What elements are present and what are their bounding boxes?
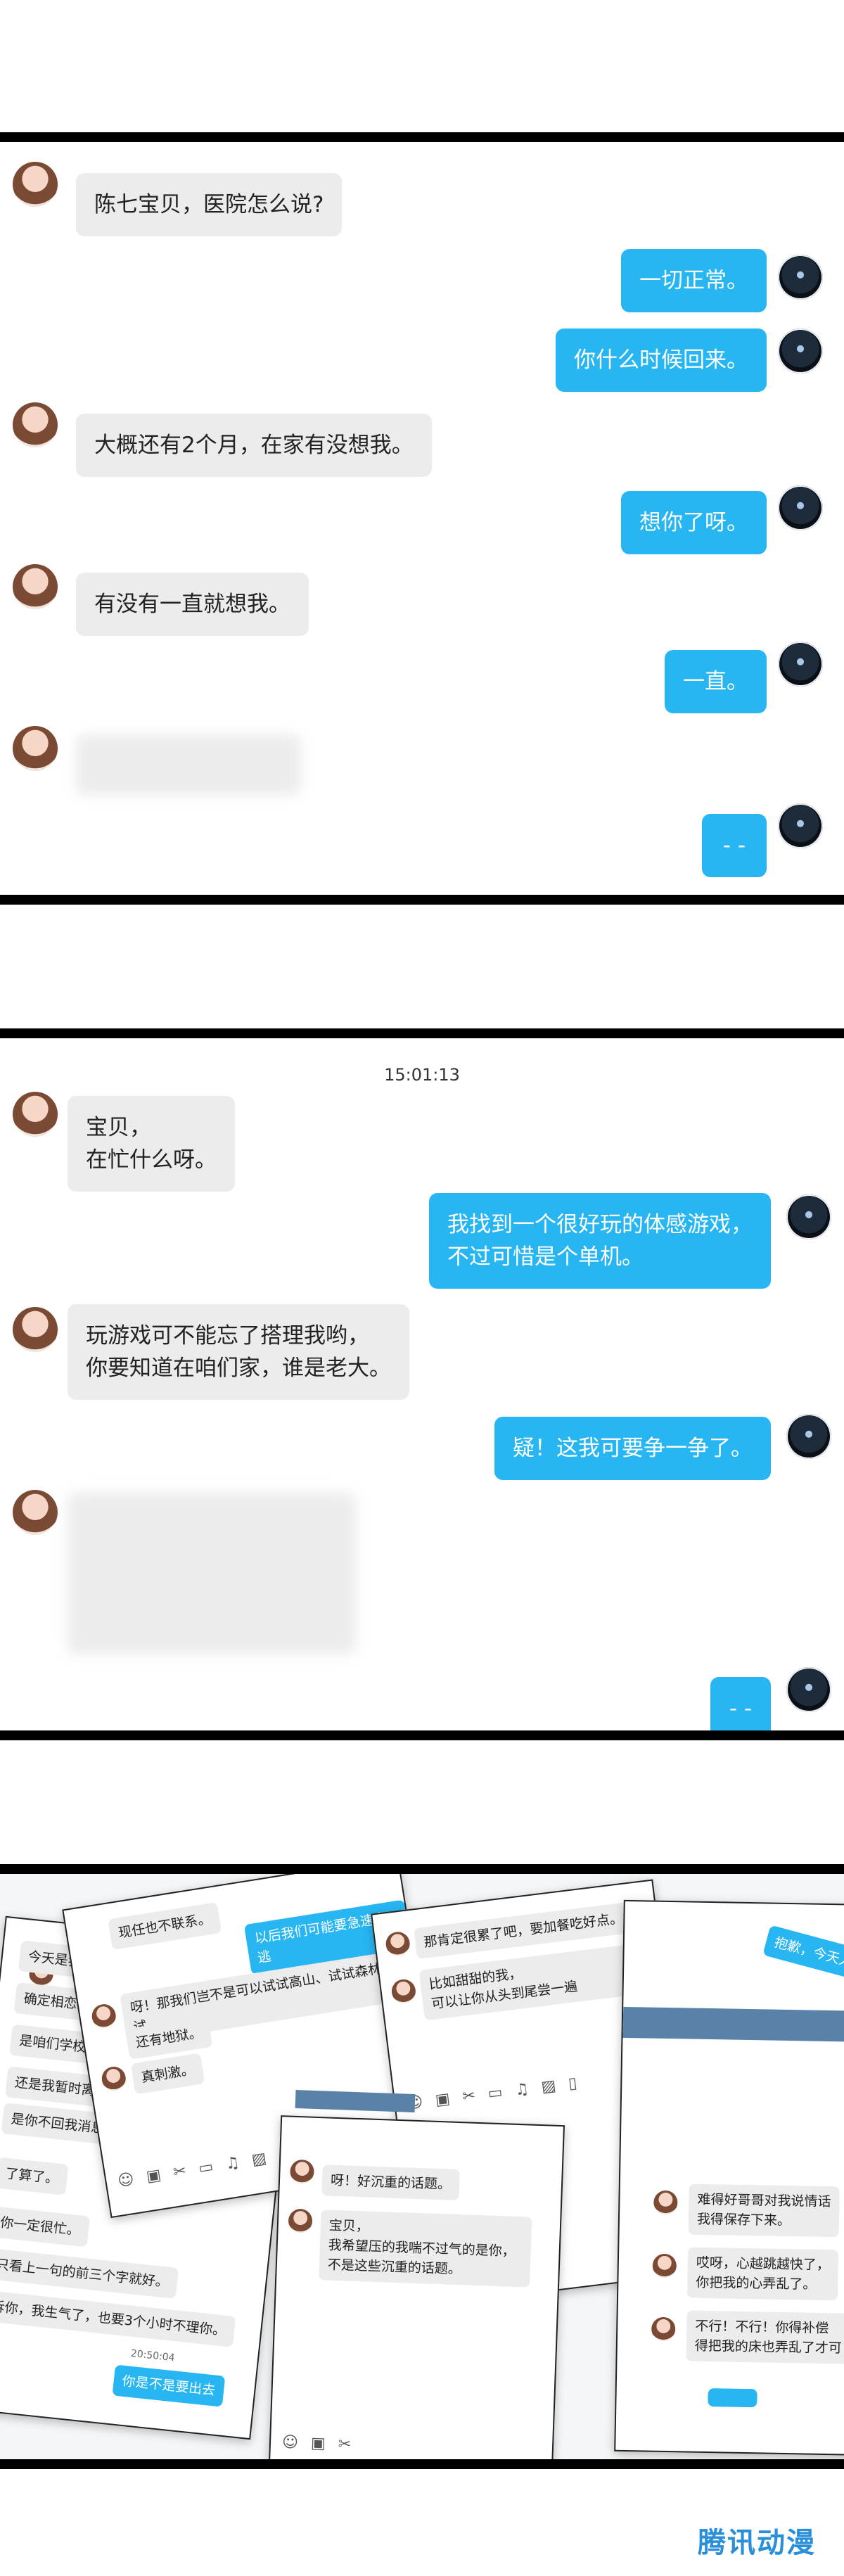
message-bubble: - - [710,1677,771,1730]
message-bubble: 疑！这我可要争一争了。 [494,1417,771,1480]
girl-avatar [384,1930,411,1958]
message-bubble: 只看上一句的前三个字就好。 [0,2247,179,2299]
boy-avatar [778,485,823,530]
image-icon[interactable]: ▨ [540,2077,557,2096]
message-bubble: 你什么时候回来。 [556,329,767,392]
chat-panel-1: 陈七宝贝，医院怎么说? 一切正常。 你什么时候回来。 大概还有2个月，在家有没想… [0,132,844,905]
chat-panel-2: 15:01:13 宝贝， 在忙什么呀。 我找到一个很好玩的体感游戏， 不过可惜是… [0,1028,844,1740]
message-bubble: 哎呀，心越跳越快了， 你把我的心弄乱了。 [687,2247,839,2301]
chat-timestamp: 15:01:13 [384,1065,460,1085]
boy-avatar [778,255,823,300]
folder-icon[interactable]: ▭ [197,2157,214,2177]
folder-icon[interactable]: ▭ [487,2083,504,2102]
image-icon[interactable]: ▨ [250,2149,267,2169]
blurred-message-bubble [68,1493,356,1654]
girl-avatar [653,2190,678,2215]
girl-avatar [100,2065,128,2093]
message-bubble: 抱歉，今天入 [762,1925,844,1980]
message-bubble: 难得好哥哥对我说情话 我得保存下来。 [688,2183,840,2238]
gif-icon[interactable]: ▣ [435,2090,452,2109]
gif-icon[interactable]: ▣ [311,2434,326,2452]
girl-avatar [13,1490,58,1535]
gif-icon[interactable]: ▣ [145,2166,162,2186]
scissors-icon[interactable]: ✂ [172,2162,187,2181]
message-bubble: 你一定很忙。 [0,2206,91,2247]
message-bubble: 玩游戏可不能忘了搭理我哟， 你要知道在咱们家，谁是老大。 [68,1304,409,1400]
message-bubble: 你是不是要出去 [112,2364,226,2407]
message-bubble: 一切正常。 [621,249,767,312]
emoji-icon[interactable]: ☺ [282,2433,299,2451]
girl-avatar [13,402,58,447]
message-bubble: 诉你，我生气了，也要3个小时不理你。 [0,2290,236,2347]
message-bubble: 不行！不行！你得补偿 得把我的床也弄乱了才可 [686,2310,844,2364]
boy-avatar [786,1667,831,1712]
music-icon[interactable]: ♫ [514,2080,530,2099]
input-toolbar: ☺ ▣ ✂ [270,2426,552,2459]
message-bubble: 有没有一直就想我。 [76,573,309,636]
message-bubble: 大概还有2个月，在家有没想我。 [76,414,432,477]
collage-panel: 今天是我们 确定相恋的第3 是咱们学校发生重 还是我暂时离开H市， 是你不回我消… [0,1864,844,2469]
phone-icon[interactable]: ▯ [568,2074,578,2092]
girl-avatar [289,2159,315,2184]
girl-avatar [13,726,58,771]
message-bubble: 一直。 [665,650,767,713]
chat-screenshot-card: 抱歉，今天入 难得好哥哥对我说情话 我得保存下来。 哎呀，心越跳越快了， 你把我… [614,1899,844,2456]
message-bubble: 了算了。 [0,2157,69,2195]
message-time: 20:50:04 [130,2347,176,2364]
scissors-icon[interactable]: ✂ [461,2086,476,2105]
chat-screenshot-card: 呀！好沉重的话题。 宝贝， 我希望压的我喘不过气的是你， 不是这些沉重的话题。 … [267,2115,565,2459]
scissors-icon[interactable]: ✂ [338,2435,351,2454]
boy-avatar [786,1414,831,1459]
message-bubble: 我找到一个很好玩的体感游戏， 不过可惜是个单机。 [429,1193,771,1289]
blurred-message-bubble [76,734,301,795]
girl-avatar [13,1307,58,1352]
boy-avatar [778,642,823,687]
message-bubble: - - [702,814,767,877]
boy-avatar [778,329,823,374]
message-bubble: 呀！好沉重的话题。 [321,2164,460,2201]
girl-avatar [651,2316,676,2342]
site-watermark: 腾讯动漫 [698,2527,816,2559]
girl-avatar [90,2002,118,2030]
boy-avatar [786,1194,831,1239]
window-header-bar [622,2006,844,2043]
girl-avatar [13,1092,58,1137]
message-bubble [708,2388,757,2408]
message-bubble: 宝贝， 在忙什么呀。 [68,1096,235,1192]
girl-avatar [13,162,58,207]
girl-avatar [652,2253,677,2278]
emoji-icon[interactable]: ☺ [117,2170,136,2190]
message-bubble: 真刺激。 [130,2053,205,2095]
boy-avatar [778,803,823,848]
girl-avatar [288,2208,313,2233]
message-bubble: 宝贝， 我希望压的我喘不过气的是你， 不是这些沉重的话题。 [319,2210,532,2288]
message-bubble: 现任也不联系。 [108,1902,222,1951]
message-bubble: 想你了呀。 [621,491,767,554]
message-bubble: 陈七宝贝，医院怎么说? [76,173,343,236]
music-icon[interactable]: ♫ [224,2153,241,2173]
girl-avatar [390,1977,417,2005]
girl-avatar [13,564,58,609]
